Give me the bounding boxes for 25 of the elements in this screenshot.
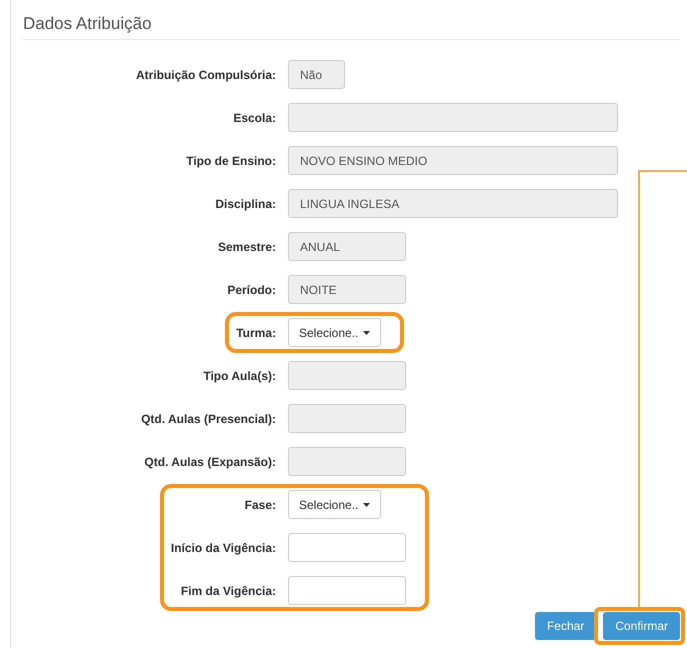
select-dropdown[interactable]: Selecione.. xyxy=(288,318,382,347)
caret-icon xyxy=(363,502,370,506)
readonly-field: NOVO ENSINO MEDIO xyxy=(288,146,618,175)
field-label: Fase: xyxy=(244,498,276,512)
field-label: Início da Vigência: xyxy=(170,540,276,554)
field-label: Qtd. Aulas (Presencial): xyxy=(141,412,276,426)
field-label: Fim da Vigência: xyxy=(180,584,276,598)
readonly-field: ANUAL xyxy=(288,232,406,261)
field-label: Qtd. Aulas (Expansão): xyxy=(144,454,276,468)
caret-icon xyxy=(363,330,370,334)
readonly-field: NOITE xyxy=(288,275,406,304)
field-label: Disciplina: xyxy=(215,196,276,210)
date-field[interactable] xyxy=(288,533,406,562)
field-label: Tipo de Ensino: xyxy=(186,154,276,168)
select-dropdown[interactable]: Selecione.. xyxy=(288,490,382,519)
field-label: Atribuição Compulsória: xyxy=(136,68,276,82)
field-label: Semestre: xyxy=(218,240,276,254)
readonly-field: Não xyxy=(288,60,345,89)
field-label: Escola: xyxy=(233,110,276,124)
field-label: Turma: xyxy=(236,326,276,340)
date-field[interactable] xyxy=(288,576,406,605)
field-label: Tipo Aula(s): xyxy=(203,368,276,382)
section-title: Dados Atribuição xyxy=(23,14,680,40)
readonly-field: LINGUA INGLESA xyxy=(288,189,618,218)
field-label: Período: xyxy=(227,282,276,296)
